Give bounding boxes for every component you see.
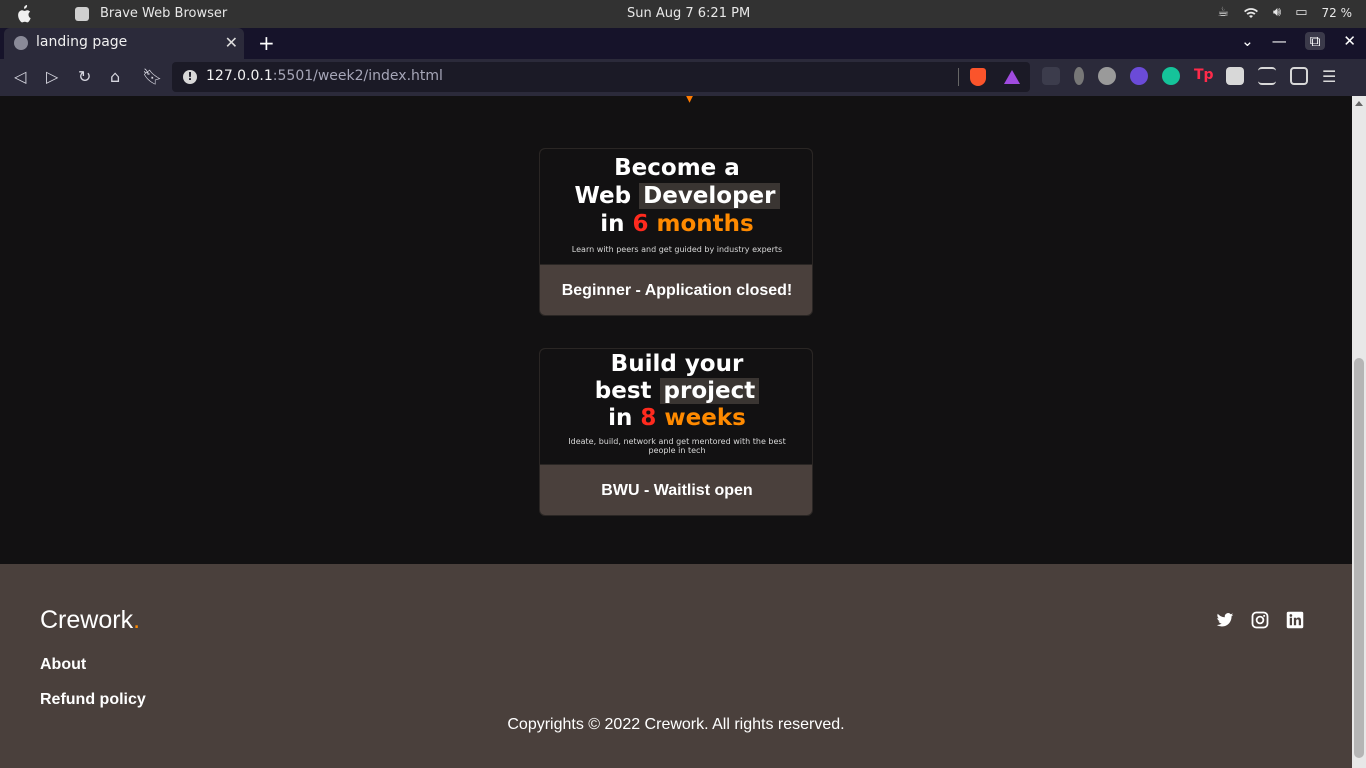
coffee-icon[interactable]: ☕︎ <box>1217 5 1229 20</box>
banner-line-3a: in <box>600 211 633 237</box>
banner-unit: months <box>648 211 754 237</box>
banner-line-1: Become a <box>614 155 740 181</box>
back-button[interactable]: ◁ <box>14 67 26 86</box>
banner-line-2: Web Developer <box>540 183 812 209</box>
wifi-icon[interactable] <box>1243 6 1259 20</box>
tab-search-icon[interactable]: ⌄ <box>1241 32 1254 50</box>
instagram-icon[interactable] <box>1251 611 1269 629</box>
banner-subtext: Ideate, build, network and get mentored … <box>568 437 786 455</box>
address-bar[interactable]: ! 127.0.0.1:5501/week2/index.html <box>172 62 1030 92</box>
apple-icon[interactable] <box>16 5 32 23</box>
url-host: 127.0.0.1 <box>206 68 273 84</box>
menu-icon[interactable]: ☰ <box>1322 67 1340 86</box>
scrollbar-thumb[interactable] <box>1354 358 1364 758</box>
bookmark-button[interactable]: 🔖︎ <box>142 67 162 86</box>
volume-icon[interactable]: 🔊︎ <box>1273 5 1281 20</box>
linkedin-icon[interactable] <box>1286 611 1304 629</box>
playlist-icon[interactable] <box>1258 67 1276 85</box>
brave-app-icon <box>75 7 89 21</box>
globe-icon <box>14 36 28 50</box>
brand-name: Crework <box>40 606 134 634</box>
brand-dot: . <box>133 606 141 634</box>
course-card-bwu[interactable]: Build your best project in 8 weeks Ideat… <box>539 348 813 516</box>
banner-line-2a: Web <box>574 183 640 209</box>
site-info-icon[interactable]: ! <box>183 70 197 84</box>
section-heading-fragment: ▾ <box>684 96 696 109</box>
banner-unit: weeks <box>656 405 746 431</box>
footer: Crework. About Refund policy Copyrights … <box>0 564 1352 768</box>
restore-button[interactable]: ⧉ <box>1304 32 1326 50</box>
tp-icon[interactable]: Tp <box>1194 67 1214 85</box>
card-banner: Build your best project in 8 weeks Ideat… <box>540 349 812 465</box>
brave-shields-icon[interactable] <box>970 68 986 86</box>
banner-number: 8 <box>640 405 657 431</box>
tab-landing-page[interactable]: landing page ✕ <box>4 28 244 59</box>
copyright-text: Copyrights © 2022 Crework. All rights re… <box>507 716 845 733</box>
clock[interactable]: Sun Aug 7 6:21 PM <box>627 6 750 21</box>
banner-subtext: Learn with peers and get guided by indus… <box>571 245 783 254</box>
battery-icon[interactable]: ▭ <box>1295 5 1307 20</box>
card-label[interactable]: BWU - Waitlist open <box>540 465 812 515</box>
app-name[interactable]: Brave Web Browser <box>100 6 227 21</box>
twitter-icon[interactable] <box>1216 611 1234 629</box>
os-top-bar: Brave Web Browser Sun Aug 7 6:21 PM ☕︎ 🔊… <box>0 0 1366 28</box>
banner-line-3: in 6 months <box>540 211 812 237</box>
puzzle-icon[interactable] <box>1226 67 1244 85</box>
navigation-bar: ◁ ▷ ↻ ⌂ 🔖︎ ! 127.0.0.1:5501/week2/index.… <box>0 59 1366 96</box>
page-scrollbar[interactable] <box>1352 96 1366 768</box>
card-label[interactable]: Beginner - Application closed! <box>540 265 812 315</box>
more-icon[interactable] <box>1042 67 1060 85</box>
system-tray: ☕︎ 🔊︎ ▭ 72 % <box>1217 5 1352 20</box>
tab-strip: landing page ✕ + ⌄ — ⧉ ✕ <box>0 28 1366 59</box>
reload-button[interactable]: ↻ <box>78 67 91 86</box>
footer-brand[interactable]: Crework. <box>40 606 140 635</box>
wallet-icon[interactable] <box>1290 67 1308 85</box>
brave-rewards-icon[interactable] <box>1004 70 1020 84</box>
card-banner: Become a Web Developer in 6 months Learn… <box>540 149 812 265</box>
extensions-toolbar: Tp ☰ <box>1042 67 1340 86</box>
close-window-button[interactable]: ✕ <box>1343 32 1356 50</box>
footer-link-about[interactable]: About <box>40 656 86 674</box>
url-path: :5501/week2/index.html <box>272 68 443 84</box>
forward-button[interactable]: ▷ <box>46 67 58 86</box>
banner-highlight: Developer <box>639 183 780 209</box>
address-separator <box>958 68 959 86</box>
grammarly-icon[interactable] <box>1162 67 1180 85</box>
banner-line-2: best project <box>540 378 812 404</box>
banner-line-2a: best <box>594 378 660 404</box>
banner-line-3: in 8 weeks <box>540 405 812 431</box>
footer-link-refund-policy[interactable]: Refund policy <box>40 691 146 709</box>
banner-line-3a: in <box>608 405 641 431</box>
battery-percent: 72 % <box>1321 5 1353 20</box>
banner-highlight: project <box>659 378 760 404</box>
page-content: ▾ Become a Web Developer in 6 months Lea… <box>0 96 1352 768</box>
close-tab-icon[interactable]: ✕ <box>225 33 238 52</box>
home-button[interactable]: ⌂ <box>110 67 120 86</box>
scroll-up-icon[interactable] <box>1355 101 1363 106</box>
cloud-blocked-icon[interactable] <box>1098 67 1116 85</box>
url-text[interactable]: 127.0.0.1:5501/week2/index.html <box>206 68 443 84</box>
banner-number: 6 <box>632 211 649 237</box>
banner-line-1: Build your <box>610 351 744 377</box>
new-tab-button[interactable]: + <box>258 31 275 55</box>
mouse-icon[interactable] <box>1074 67 1084 85</box>
tab-title: landing page <box>36 34 128 50</box>
check-circle-icon[interactable] <box>1130 67 1148 85</box>
course-card-beginner[interactable]: Become a Web Developer in 6 months Learn… <box>539 148 813 316</box>
minimize-button[interactable]: — <box>1272 32 1287 50</box>
window-controls: ⌄ — ⧉ ✕ <box>1241 32 1356 50</box>
